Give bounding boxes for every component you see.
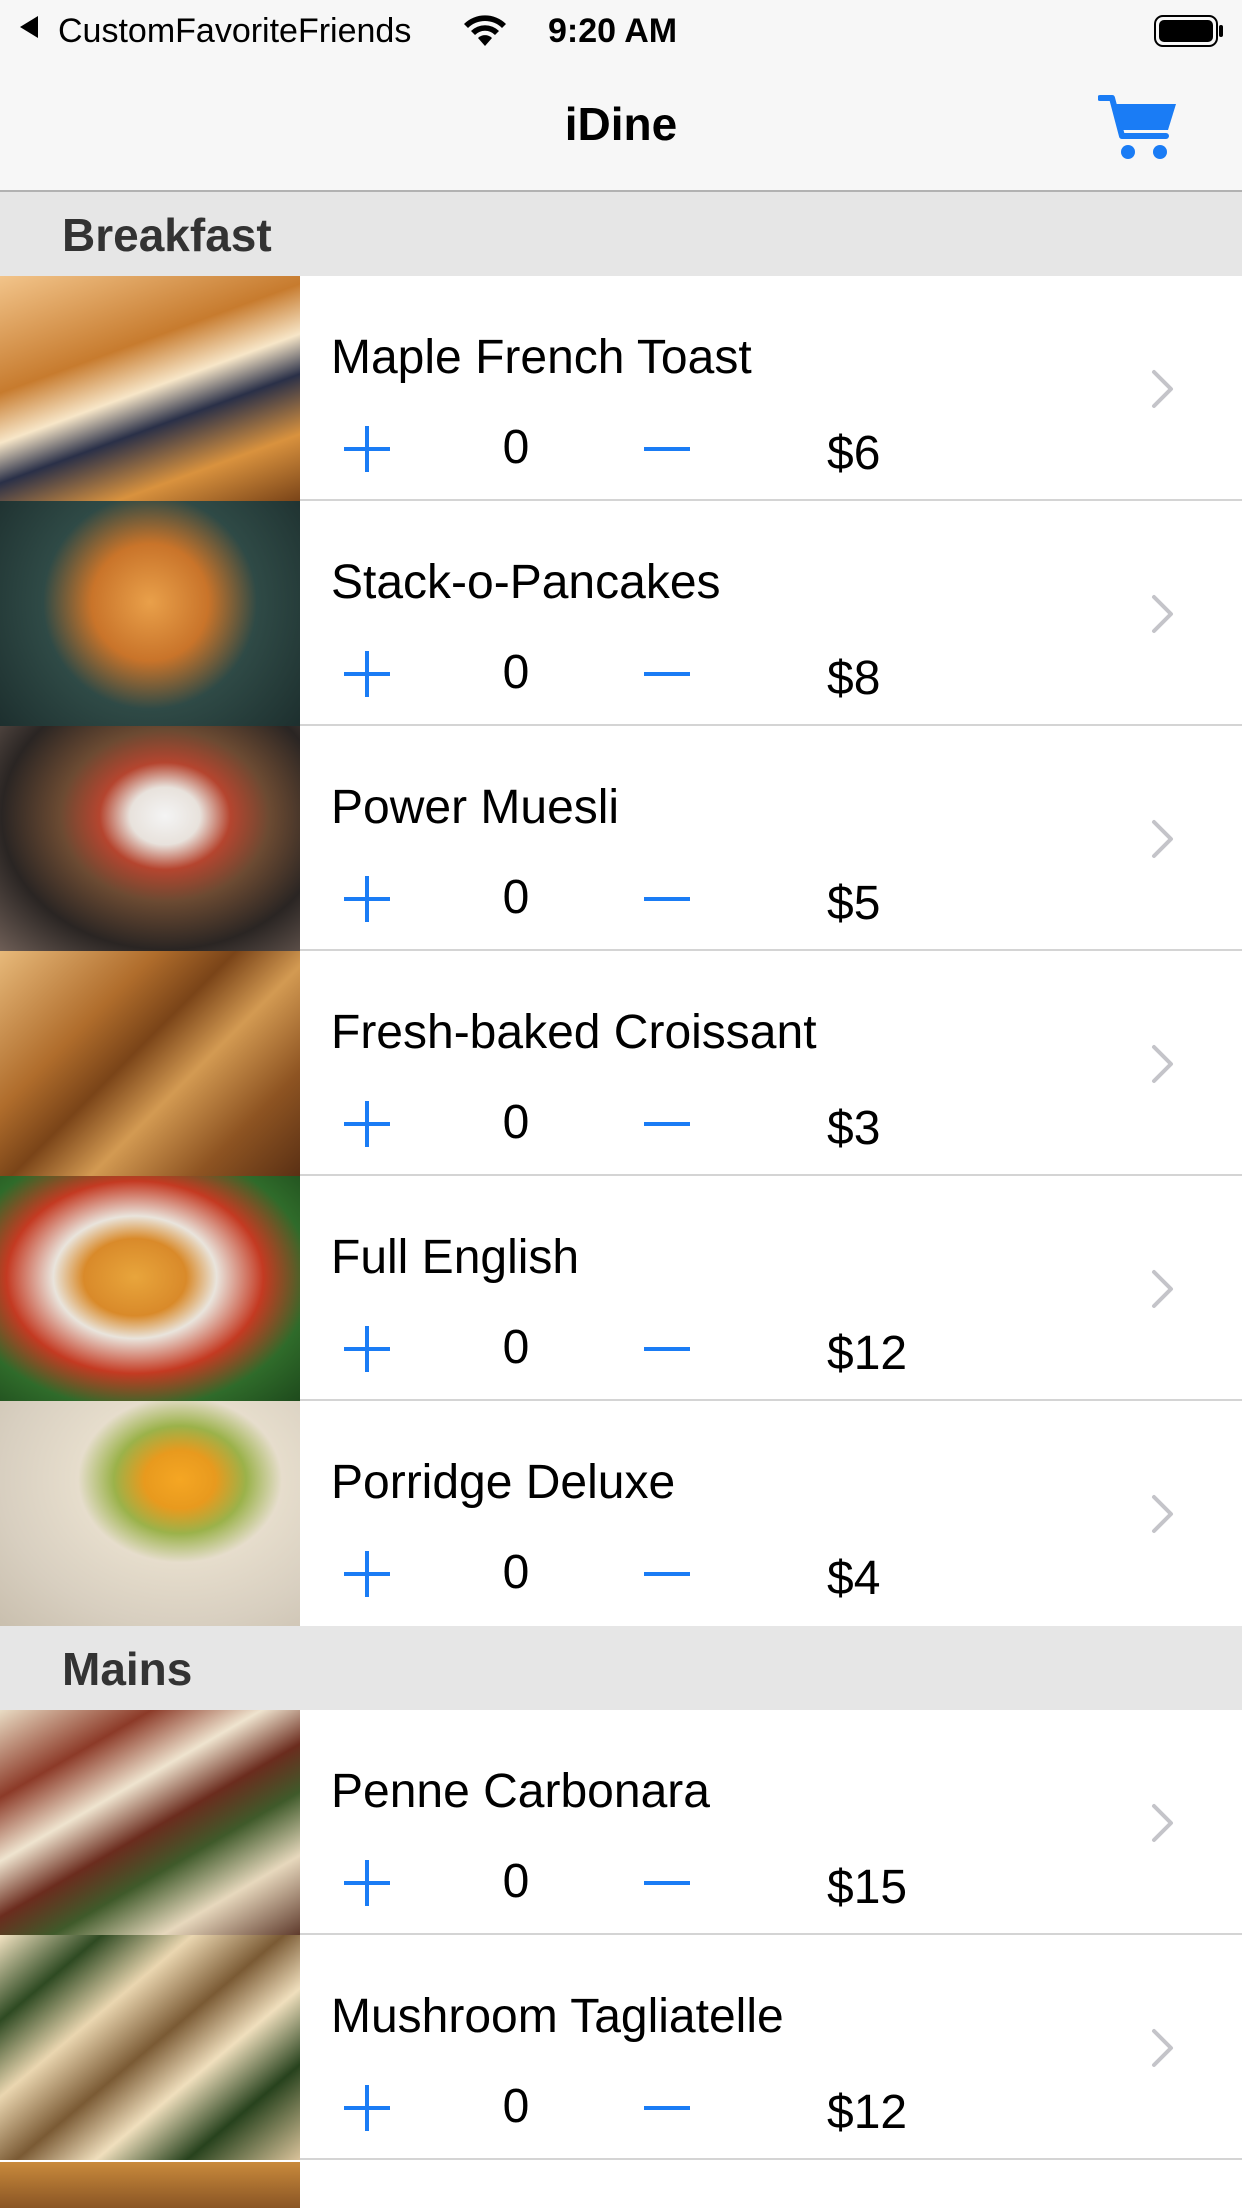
menu-row-penne-carbonara[interactable]: Penne Carbonara 0 $15 — [0, 1710, 1242, 1935]
increment-button[interactable] — [344, 876, 390, 922]
item-name: Fresh-baked Croissant — [331, 1006, 817, 1059]
section-header-mains: Mains — [0, 1626, 1242, 1710]
decrement-button[interactable] — [644, 1101, 690, 1147]
item-name: Mushroom Tagliatelle — [331, 1990, 784, 2043]
item-name: Porridge Deluxe — [331, 1456, 676, 1509]
increment-button[interactable] — [344, 1860, 390, 1906]
menu-row-partial[interactable] — [0, 2162, 1242, 2208]
food-thumbnail — [0, 726, 300, 951]
item-name: Stack-o-Pancakes — [331, 556, 721, 609]
menu-row-mushroom-tagliatelle[interactable]: Mushroom Tagliatelle 0 $12 — [0, 1935, 1242, 2160]
status-carrier[interactable]: CustomFavoriteFriends — [58, 10, 411, 52]
quantity-value: 0 — [502, 1546, 530, 1599]
food-thumbnail — [0, 951, 300, 1176]
menu-row-porridge-deluxe[interactable]: Porridge Deluxe 0 $4 — [0, 1401, 1242, 1626]
section-title: Breakfast — [62, 209, 272, 261]
decrement-button[interactable] — [644, 651, 690, 697]
item-name: Penne Carbonara — [331, 1765, 710, 1818]
quantity-value: 0 — [502, 1096, 530, 1149]
back-to-app-icon[interactable] — [20, 16, 38, 38]
item-name: Full English — [331, 1231, 580, 1284]
item-price: $3 — [827, 1102, 881, 1155]
decrement-button[interactable] — [644, 1551, 690, 1597]
menu-row-fresh-baked-croissant[interactable]: Fresh-baked Croissant 0 $3 — [0, 951, 1242, 1176]
item-price: $6 — [827, 427, 881, 480]
food-thumbnail — [0, 276, 300, 501]
increment-button[interactable] — [344, 1101, 390, 1147]
increment-button[interactable] — [344, 2085, 390, 2131]
quantity-value: 0 — [502, 1855, 530, 1908]
food-thumbnail — [0, 2162, 300, 2208]
food-thumbnail — [0, 1935, 300, 2160]
decrement-button[interactable] — [644, 1860, 690, 1906]
menu-row-stack-o-pancakes[interactable]: Stack-o-Pancakes 0 $8 — [0, 501, 1242, 726]
chevron-right-icon — [1152, 1495, 1173, 1533]
wifi-icon — [464, 15, 506, 46]
item-price: $4 — [827, 1552, 881, 1605]
menu-row-power-muesli[interactable]: Power Muesli 0 $5 — [0, 726, 1242, 951]
food-thumbnail — [0, 1710, 300, 1935]
quantity-value: 0 — [502, 871, 530, 924]
decrement-button[interactable] — [644, 1326, 690, 1372]
food-thumbnail — [0, 1401, 300, 1626]
chevron-right-icon — [1152, 820, 1173, 858]
menu-row-full-english[interactable]: Full English 0 $12 — [0, 1176, 1242, 1401]
quantity-value: 0 — [502, 421, 530, 474]
chevron-right-icon — [1152, 2029, 1173, 2067]
quantity-value: 0 — [502, 1321, 530, 1374]
decrement-button[interactable] — [644, 876, 690, 922]
chevron-right-icon — [1152, 595, 1173, 633]
item-price: $12 — [827, 2086, 908, 2139]
increment-button[interactable] — [344, 1551, 390, 1597]
chevron-right-icon — [1152, 1270, 1173, 1308]
quantity-value: 0 — [502, 646, 530, 699]
battery-icon — [1154, 15, 1223, 47]
decrement-button[interactable] — [644, 2085, 690, 2131]
decrement-button[interactable] — [644, 426, 690, 472]
increment-button[interactable] — [344, 1326, 390, 1372]
status-bar: CustomFavoriteFriends 9:20 AM — [0, 0, 1242, 62]
cart-icon[interactable] — [1098, 92, 1180, 164]
item-name: Power Muesli — [331, 781, 620, 834]
item-price: $8 — [827, 652, 881, 705]
food-thumbnail — [0, 501, 300, 726]
food-thumbnail — [0, 1176, 300, 1401]
row-divider — [300, 2158, 1242, 2160]
item-name: Maple French Toast — [331, 331, 752, 384]
quantity-value: 0 — [502, 2080, 530, 2133]
status-time: 9:20 AM — [548, 12, 678, 50]
menu-row-maple-french-toast[interactable]: Maple French Toast 0 $6 — [0, 276, 1242, 501]
item-price: $12 — [827, 1327, 908, 1380]
item-price: $15 — [827, 1861, 908, 1914]
increment-button[interactable] — [344, 651, 390, 697]
page-title: iDine — [564, 98, 678, 150]
section-header-breakfast: Breakfast — [0, 192, 1242, 276]
chevron-right-icon — [1152, 370, 1173, 408]
item-price: $5 — [827, 877, 881, 930]
navigation-bar: iDine — [0, 62, 1242, 192]
chevron-right-icon — [1152, 1804, 1173, 1842]
section-title: Mains — [62, 1643, 193, 1695]
chevron-right-icon — [1152, 1045, 1173, 1083]
increment-button[interactable] — [344, 426, 390, 472]
